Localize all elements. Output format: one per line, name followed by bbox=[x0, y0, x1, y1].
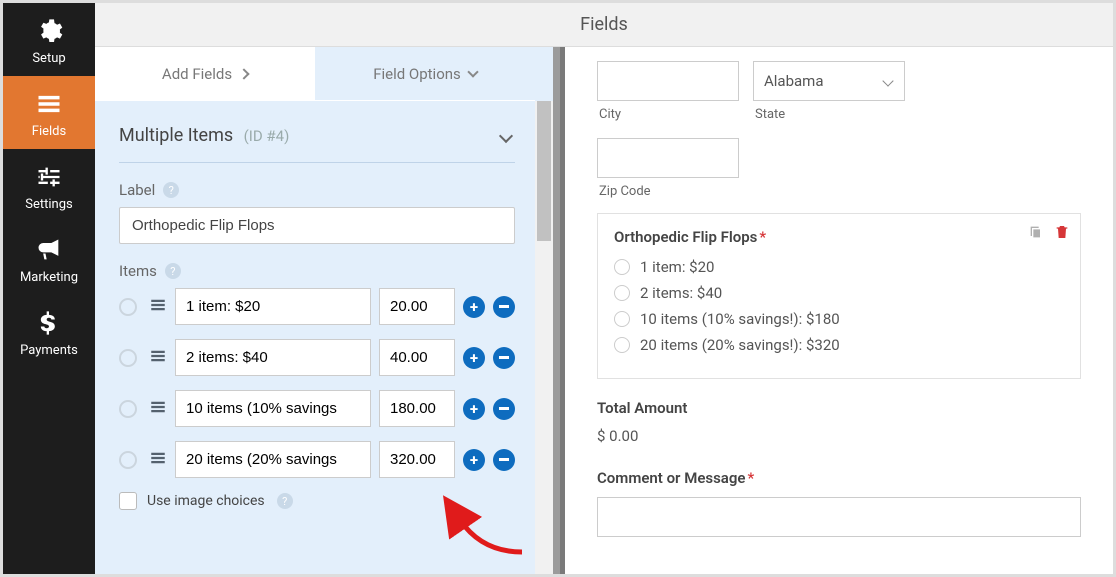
duplicate-icon[interactable] bbox=[1028, 224, 1044, 244]
label-input[interactable] bbox=[119, 207, 515, 244]
section-header[interactable]: Multiple Items (ID #4) bbox=[119, 125, 515, 163]
list-icon bbox=[35, 90, 63, 118]
trash-icon[interactable] bbox=[1054, 224, 1070, 244]
dollar-icon bbox=[35, 309, 63, 337]
sidebar-item-marketing[interactable]: Marketing bbox=[3, 222, 95, 295]
drag-handle-icon[interactable] bbox=[149, 398, 167, 419]
default-radio[interactable] bbox=[119, 400, 137, 418]
sidebar-item-settings[interactable]: Settings bbox=[3, 149, 95, 222]
total-value: $ 0.00 bbox=[597, 427, 1081, 445]
sidebar-label: Fields bbox=[32, 124, 66, 139]
zip-input[interactable] bbox=[597, 138, 739, 178]
remove-item-button[interactable] bbox=[493, 347, 515, 369]
sidebar-item-payments[interactable]: Payments bbox=[3, 295, 95, 368]
item-price-input[interactable] bbox=[379, 339, 455, 376]
comment-textarea[interactable] bbox=[597, 497, 1081, 537]
help-icon[interactable]: ? bbox=[163, 182, 179, 198]
gear-icon bbox=[35, 17, 63, 45]
item-label-input[interactable] bbox=[175, 288, 371, 325]
section-title: Multiple Items bbox=[119, 125, 233, 146]
items-caption: Items ? bbox=[119, 262, 515, 280]
radio-icon bbox=[614, 311, 630, 327]
chevron-down-icon bbox=[882, 75, 893, 86]
item-price-input[interactable] bbox=[379, 288, 455, 325]
chevron-down-icon bbox=[467, 66, 478, 77]
remove-item-button[interactable] bbox=[493, 296, 515, 318]
drag-handle-icon[interactable] bbox=[149, 449, 167, 470]
radio-icon bbox=[614, 285, 630, 301]
zip-label: Zip Code bbox=[599, 184, 1081, 199]
sliders-icon bbox=[35, 163, 63, 191]
add-item-button[interactable] bbox=[463, 347, 485, 369]
preview-option[interactable]: 1 item: $20 bbox=[614, 258, 1064, 276]
drag-handle-icon[interactable] bbox=[149, 347, 167, 368]
preview-option[interactable]: 10 items (10% savings!): $180 bbox=[614, 310, 1064, 328]
sidebar-item-setup[interactable]: Setup bbox=[3, 3, 95, 76]
item-label-input[interactable] bbox=[175, 339, 371, 376]
panel-divider[interactable] bbox=[553, 47, 565, 574]
scrollbar-thumb[interactable] bbox=[537, 101, 551, 241]
radio-icon bbox=[614, 337, 630, 353]
item-label-input[interactable] bbox=[175, 390, 371, 427]
sidebar-label: Settings bbox=[25, 197, 72, 212]
radio-icon bbox=[614, 259, 630, 275]
preview-field-title: Orthopedic Flip Flops* bbox=[614, 228, 1064, 246]
state-label: State bbox=[755, 107, 905, 122]
add-item-button[interactable] bbox=[463, 449, 485, 471]
remove-item-button[interactable] bbox=[493, 449, 515, 471]
preview-option[interactable]: 2 items: $40 bbox=[614, 284, 1064, 302]
image-choices-row[interactable]: Use image choices ? bbox=[119, 492, 515, 510]
city-label: City bbox=[599, 107, 739, 122]
section-id: (ID #4) bbox=[244, 127, 290, 145]
add-item-button[interactable] bbox=[463, 296, 485, 318]
city-input[interactable] bbox=[597, 61, 739, 101]
help-icon[interactable]: ? bbox=[277, 493, 293, 509]
page-title: Fields bbox=[95, 3, 1113, 47]
sidebar-label: Marketing bbox=[20, 270, 78, 285]
remove-item-button[interactable] bbox=[493, 398, 515, 420]
item-row bbox=[119, 288, 515, 325]
sidebar-nav: Setup Fields Settings Marketing Payments bbox=[3, 3, 95, 574]
chevron-down-icon[interactable] bbox=[499, 128, 513, 142]
total-label: Total Amount bbox=[597, 399, 1081, 417]
form-preview: City Alabama State Zip Code bbox=[565, 47, 1113, 574]
preview-option[interactable]: 20 items (20% savings!): $320 bbox=[614, 336, 1064, 354]
chevron-right-icon bbox=[238, 68, 249, 79]
drag-handle-icon[interactable] bbox=[149, 296, 167, 317]
sidebar-label: Setup bbox=[32, 51, 65, 66]
state-select[interactable]: Alabama bbox=[753, 61, 905, 101]
help-icon[interactable]: ? bbox=[165, 263, 181, 279]
item-row bbox=[119, 339, 515, 376]
bullhorn-icon bbox=[35, 236, 63, 264]
item-price-input[interactable] bbox=[379, 441, 455, 478]
image-choices-label: Use image choices bbox=[147, 493, 265, 509]
default-radio[interactable] bbox=[119, 349, 137, 367]
label-caption: Label ? bbox=[119, 181, 515, 199]
default-radio[interactable] bbox=[119, 451, 137, 469]
item-price-input[interactable] bbox=[379, 390, 455, 427]
sidebar-label: Payments bbox=[20, 343, 78, 358]
comment-label: Comment or Message* bbox=[597, 469, 1081, 487]
default-radio[interactable] bbox=[119, 298, 137, 316]
add-item-button[interactable] bbox=[463, 398, 485, 420]
scrollbar-track[interactable] bbox=[535, 101, 553, 574]
tab-field-options[interactable]: Field Options bbox=[315, 47, 535, 101]
item-label-input[interactable] bbox=[175, 441, 371, 478]
item-row bbox=[119, 390, 515, 427]
preview-field-block[interactable]: Orthopedic Flip Flops* 1 item: $20 2 ite… bbox=[597, 213, 1081, 379]
checkbox[interactable] bbox=[119, 492, 137, 510]
tab-add-fields[interactable]: Add Fields bbox=[95, 47, 315, 101]
item-row bbox=[119, 441, 515, 478]
sidebar-item-fields[interactable]: Fields bbox=[3, 76, 95, 149]
